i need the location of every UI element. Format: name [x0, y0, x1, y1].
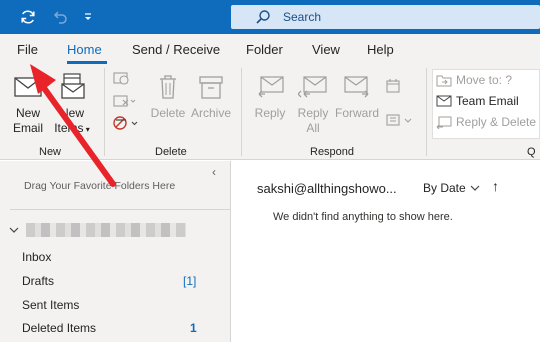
- group-label-respond: Respond: [310, 146, 355, 158]
- reply-delete-label: Reply & Delete: [456, 115, 537, 129]
- search-box[interactable]: Search: [231, 5, 540, 29]
- forward-label: Forward: [334, 106, 379, 120]
- deleted-items-count-badge: 1: [190, 321, 197, 335]
- ribbon: New Email New Items ▾ New Delete Archive…: [0, 64, 540, 160]
- reply-all-label-2: All: [306, 121, 320, 135]
- new-email-button[interactable]: New Email: [8, 72, 48, 136]
- message-list: sakshi@allthingshowo... By Date ↑ We did…: [232, 161, 540, 342]
- junk-icon[interactable]: [112, 114, 140, 135]
- search-placeholder: Search: [283, 10, 322, 24]
- archive-button[interactable]: Archive: [189, 72, 233, 121]
- more-respond-icon[interactable]: [385, 112, 415, 131]
- archive-label: Archive: [190, 106, 231, 120]
- sort-direction-arrow-icon[interactable]: ↑: [492, 178, 499, 194]
- clean-up-icon[interactable]: [112, 93, 136, 112]
- title-bar: Search: [0, 0, 540, 34]
- ignore-icon[interactable]: [112, 70, 130, 89]
- meeting-icon[interactable]: [385, 78, 403, 97]
- group-label-quick-steps: Q: [527, 146, 536, 158]
- account-header[interactable]: [8, 223, 186, 237]
- ribbon-tabs: File Home Send / Receive Folder View Hel…: [0, 34, 540, 64]
- team-email-icon: [436, 95, 452, 107]
- move-folder-icon: [436, 75, 452, 87]
- folder-item-deleted-items[interactable]: Deleted Items: [22, 321, 96, 335]
- new-email-label-2: Email: [12, 121, 43, 135]
- chevron-down-icon: ▾: [83, 125, 90, 134]
- new-items-label-2: Items: [54, 121, 84, 135]
- reply-all-icon: [297, 76, 327, 98]
- reply-all-button[interactable]: Reply All: [293, 72, 333, 136]
- tab-file[interactable]: File: [17, 42, 38, 57]
- chevron-down-icon: [9, 227, 19, 233]
- search-icon: [256, 10, 270, 24]
- reply-label: Reply: [254, 106, 286, 120]
- tab-home[interactable]: Home: [67, 42, 102, 57]
- forward-button[interactable]: Forward: [334, 72, 380, 121]
- empty-list-message: We didn't find anything to show here.: [273, 211, 453, 223]
- team-email-label: Team Email: [456, 94, 519, 108]
- forward-icon: [344, 76, 369, 98]
- move-to-label: Move to: ?: [456, 73, 513, 87]
- delete-button[interactable]: Delete: [149, 72, 187, 121]
- archive-box-icon: [199, 76, 223, 99]
- sync-icon[interactable]: [18, 7, 38, 27]
- drafts-count-badge: [1]: [183, 274, 197, 288]
- sort-by-dropdown[interactable]: By Date: [423, 181, 480, 195]
- chevron-down-icon: [470, 185, 480, 191]
- reply-button[interactable]: Reply: [250, 72, 290, 121]
- reply-delete-quick-step[interactable]: Reply & Delete: [436, 115, 536, 129]
- tab-folder[interactable]: Folder: [246, 42, 283, 57]
- account-name-redacted: [26, 223, 186, 237]
- tab-help[interactable]: Help: [367, 42, 394, 57]
- tab-view[interactable]: View: [312, 42, 340, 57]
- new-items-button[interactable]: New Items ▾: [50, 72, 94, 137]
- new-items-label-1: New: [59, 106, 84, 120]
- reply-delete-icon: [436, 116, 452, 129]
- folder-item-drafts[interactable]: Drafts: [22, 274, 54, 288]
- tab-send-receive[interactable]: Send / Receive: [132, 42, 220, 57]
- folder-item-sent-items[interactable]: Sent Items: [22, 298, 79, 312]
- ribbon-separator: [104, 68, 105, 156]
- move-to-quick-step[interactable]: Move to: ?: [436, 73, 512, 87]
- favorites-drop-hint: Drag Your Favorite Folders Here: [24, 180, 176, 192]
- favorites-divider: [10, 209, 231, 210]
- new-email-label-1: New: [15, 106, 40, 120]
- collapse-pane-icon[interactable]: ‹: [212, 165, 216, 179]
- calendar-envelope-icon: [61, 73, 85, 99]
- mailbox-name: sakshi@allthingshowo...: [257, 181, 397, 196]
- sort-by-label: By Date: [423, 181, 466, 195]
- folder-pane: ‹ Drag Your Favorite Folders Here Inbox …: [0, 161, 231, 342]
- reply-icon: [258, 76, 284, 98]
- ribbon-separator: [426, 68, 427, 156]
- undo-icon[interactable]: [50, 7, 70, 27]
- trash-icon: [160, 75, 176, 99]
- delete-label: Delete: [150, 106, 186, 120]
- envelope-icon: [14, 77, 42, 97]
- reply-all-label-1: Reply: [297, 106, 329, 120]
- ribbon-separator: [241, 68, 242, 156]
- group-label-delete: Delete: [155, 146, 187, 158]
- team-email-quick-step[interactable]: Team Email: [436, 94, 519, 108]
- folder-item-inbox[interactable]: Inbox: [22, 250, 51, 264]
- quick-access-dropdown-icon[interactable]: [78, 7, 98, 27]
- group-label-new: New: [39, 146, 62, 158]
